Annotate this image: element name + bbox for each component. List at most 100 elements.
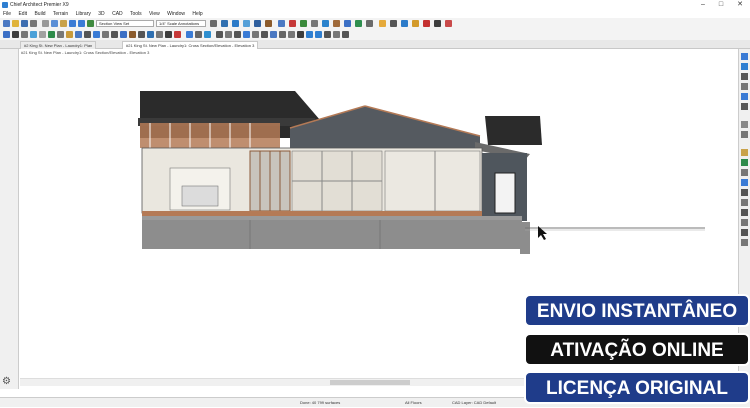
tab-plan[interactable]: #2 King St. New Plan - Laundry1: Plan	[20, 41, 97, 49]
materials-icon[interactable]	[741, 159, 748, 166]
menu-terrain[interactable]: Terrain	[53, 11, 68, 17]
circle-icon[interactable]	[111, 31, 118, 38]
house-icon[interactable]	[278, 20, 285, 27]
menu-file[interactable]: File	[3, 11, 11, 17]
text-tool-icon[interactable]	[390, 20, 397, 27]
layer-set-select[interactable]: Section View Set	[96, 20, 154, 27]
eraser-icon[interactable]	[445, 20, 452, 27]
menu-3d[interactable]: 3D	[98, 11, 104, 17]
window-tool-icon[interactable]	[30, 31, 37, 38]
fill-window-icon[interactable]	[324, 31, 331, 38]
menu-view[interactable]: View	[149, 11, 160, 17]
fill-icon[interactable]	[120, 31, 127, 38]
marker-icon[interactable]	[138, 31, 145, 38]
text-icon[interactable]	[66, 31, 73, 38]
move-icon[interactable]	[186, 31, 193, 38]
floor-up-icon[interactable]	[300, 20, 307, 27]
menu-library[interactable]: Library	[76, 11, 91, 17]
zoom-out-side-icon[interactable]	[741, 73, 748, 80]
materials-list-icon[interactable]	[423, 20, 430, 27]
table-icon[interactable]	[741, 229, 748, 236]
wall-tool-icon[interactable]	[12, 31, 19, 38]
stairs-icon[interactable]	[311, 20, 318, 27]
resize-icon[interactable]	[297, 31, 304, 38]
floor-down-icon[interactable]	[289, 20, 296, 27]
reflect-icon[interactable]	[204, 31, 211, 38]
settings-gear-icon[interactable]: ⚙	[2, 376, 11, 387]
dimension-icon[interactable]	[401, 20, 408, 27]
framing-icon[interactable]	[39, 31, 46, 38]
cad-detail-icon[interactable]	[216, 31, 223, 38]
menu-build[interactable]: Build	[34, 11, 45, 17]
annotation-set-select[interactable]: 1/4" Scale Annotations	[156, 20, 206, 27]
menu-help[interactable]: Help	[192, 11, 202, 17]
print-icon[interactable]	[30, 20, 37, 27]
polyline-icon[interactable]	[93, 31, 100, 38]
layer-display-icon[interactable]	[210, 20, 217, 27]
library-icon[interactable]	[344, 20, 351, 27]
redo-icon[interactable]	[78, 20, 85, 27]
hatch-icon[interactable]	[129, 31, 136, 38]
chamfer-icon[interactable]	[270, 31, 277, 38]
lightbulb-icon[interactable]	[379, 20, 386, 27]
offset-icon[interactable]	[279, 31, 286, 38]
transform-icon[interactable]	[195, 31, 202, 38]
plan-view-icon[interactable]	[221, 20, 228, 27]
cross-section-icon[interactable]	[254, 20, 261, 27]
refresh-icon[interactable]	[342, 31, 349, 38]
room-icon[interactable]	[48, 31, 55, 38]
close-icon[interactable]: ✕	[733, 0, 747, 10]
zoom-out-icon[interactable]	[315, 31, 322, 38]
extend-icon[interactable]	[252, 31, 259, 38]
door-icon[interactable]	[322, 20, 329, 27]
minimize-icon[interactable]: –	[696, 0, 710, 10]
fillet-icon[interactable]	[261, 31, 268, 38]
tab-cross-section[interactable]: #21 King St. New Plan - Laundry1: Cross …	[122, 41, 259, 49]
select-objects-icon[interactable]	[3, 31, 10, 38]
menu-edit[interactable]: Edit	[18, 11, 27, 17]
cad-line-icon[interactable]	[84, 31, 91, 38]
paint-icon[interactable]	[412, 20, 419, 27]
swap-view-icon[interactable]	[741, 103, 748, 110]
checkbox-icon[interactable]	[87, 20, 94, 27]
arc-icon[interactable]	[102, 31, 109, 38]
orbit-icon[interactable]	[741, 189, 748, 196]
display-options-icon[interactable]	[741, 131, 748, 138]
elevation-tool-icon[interactable]	[147, 31, 154, 38]
camera-icon[interactable]	[232, 20, 239, 27]
zoom-in-icon[interactable]	[306, 31, 313, 38]
maximize-icon[interactable]: □	[714, 0, 728, 10]
layout-icon[interactable]	[434, 20, 441, 27]
grid-side-icon[interactable]	[741, 239, 748, 246]
zoom-icon[interactable]	[741, 53, 748, 60]
library-browser-icon[interactable]	[741, 149, 748, 156]
grid-icon[interactable]	[366, 20, 373, 27]
pan-side-icon[interactable]	[741, 199, 748, 206]
trim-icon[interactable]	[225, 31, 232, 38]
paste-icon[interactable]	[60, 20, 67, 27]
rotate-icon[interactable]	[288, 31, 295, 38]
camera-side-icon[interactable]	[741, 169, 748, 176]
space-icon[interactable]	[156, 31, 163, 38]
fill-window-side-icon[interactable]	[741, 83, 748, 90]
walkthrough-icon[interactable]	[741, 179, 748, 186]
undo-icon[interactable]	[69, 20, 76, 27]
menu-tools[interactable]: Tools	[130, 11, 142, 17]
zoom-in-side-icon[interactable]	[741, 63, 748, 70]
dimension-line-icon[interactable]	[57, 31, 64, 38]
new-file-icon[interactable]	[3, 20, 10, 27]
elevation-icon[interactable]	[243, 20, 250, 27]
undo-zoom-icon[interactable]	[741, 93, 748, 100]
open-folder-icon[interactable]	[12, 20, 19, 27]
callout-icon[interactable]	[75, 31, 82, 38]
join-icon[interactable]	[243, 31, 250, 38]
cabinet-icon[interactable]	[21, 31, 28, 38]
drawing-canvas[interactable]	[20, 58, 738, 378]
layer-icon[interactable]	[741, 121, 748, 128]
align-icon[interactable]	[165, 31, 172, 38]
plan-side-icon[interactable]	[741, 209, 748, 216]
copy-icon[interactable]	[51, 20, 58, 27]
scroll-thumb[interactable]	[330, 380, 410, 385]
pan-icon[interactable]	[333, 31, 340, 38]
save-icon[interactable]	[21, 20, 28, 27]
